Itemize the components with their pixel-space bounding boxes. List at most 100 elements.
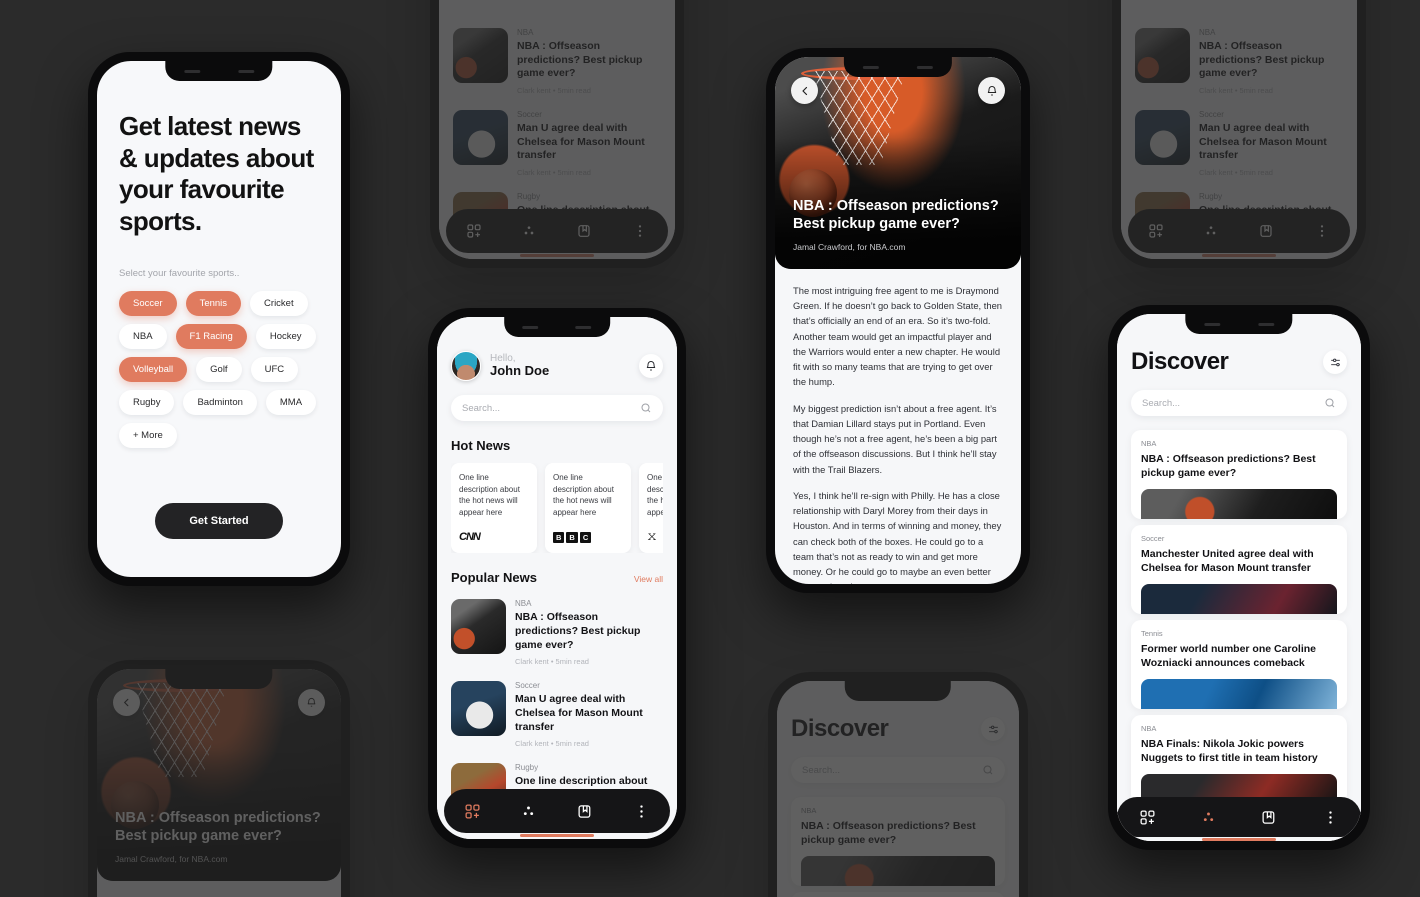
- article-title: NBA : Offseason predictions? Best pickup…: [517, 40, 643, 80]
- discover-card[interactable]: Soccer Manchester United agree deal with…: [1131, 524, 1347, 614]
- hot-news-text: One line description about the hot news …: [553, 473, 614, 517]
- notifications-button[interactable]: [639, 354, 663, 378]
- phone-discover-dim: Discover NBA NBA : Offseason predictions…: [768, 672, 1028, 897]
- article-meta: Clark kent • 5min read: [515, 739, 589, 749]
- back-button[interactable]: [113, 689, 140, 716]
- popular-news-title: Popular News: [451, 570, 537, 586]
- article-category: Rugby: [1199, 191, 1223, 201]
- article-title: Manchester United agree deal with Chelse…: [1141, 547, 1314, 574]
- article-title: NBA : Offseason predictions? Best pickup…: [515, 611, 641, 651]
- sport-chip-hockey[interactable]: Hockey: [255, 323, 316, 349]
- tab-more[interactable]: [622, 797, 662, 825]
- search-bar[interactable]: [791, 757, 1005, 783]
- avatar[interactable]: [451, 351, 481, 381]
- hot-news-carousel[interactable]: One line description about the hot news …: [451, 463, 663, 554]
- hot-news-text: One line description about the hot news …: [647, 473, 663, 517]
- search-bar[interactable]: [1131, 390, 1347, 416]
- sport-chip-golf[interactable]: Golf: [196, 356, 242, 382]
- sport-chip-ufc[interactable]: UFC: [250, 356, 299, 382]
- tab-more[interactable]: [1302, 217, 1342, 245]
- back-button[interactable]: [791, 77, 818, 104]
- sport-chip-mma[interactable]: MMA: [265, 389, 317, 415]
- tab-explore[interactable]: [509, 797, 549, 825]
- bottom-tabbar[interactable]: [1117, 797, 1361, 837]
- tab-explore[interactable]: [1189, 803, 1229, 831]
- tab-home[interactable]: [454, 217, 494, 245]
- tab-more[interactable]: [1311, 803, 1351, 831]
- sport-chip-soccer[interactable]: Soccer: [119, 290, 177, 316]
- phone-popular-list-dim: NBA NBA : Offseason predictions? Best pi…: [430, 0, 684, 268]
- hot-news-text: One line description about the hot news …: [459, 473, 520, 517]
- search-input[interactable]: [1142, 397, 1318, 409]
- status-bar: [165, 66, 272, 76]
- list-item[interactable]: NBA NBA : Offseason predictions? Best pi…: [453, 24, 661, 99]
- search-input[interactable]: [462, 402, 634, 414]
- discover-card[interactable]: Soccer Manchester United agree deal with…: [791, 891, 1005, 897]
- get-started-button[interactable]: Get Started: [155, 503, 283, 539]
- tab-bookmarks[interactable]: [565, 797, 605, 825]
- phone-onboarding: Get latest news & updates about your fav…: [88, 52, 350, 586]
- bottom-tabbar[interactable]: [446, 209, 668, 253]
- bottom-tabbar[interactable]: [1128, 209, 1350, 253]
- search-input[interactable]: [802, 764, 976, 776]
- discover-card[interactable]: NBA NBA : Offseason predictions? Best pi…: [1131, 430, 1347, 519]
- article-image: [1141, 678, 1337, 709]
- tab-bookmarks[interactable]: [1247, 217, 1287, 245]
- list-item[interactable]: NBA NBA : Offseason predictions? Best pi…: [451, 595, 663, 671]
- cnn-logo-icon: CNN: [459, 531, 481, 544]
- sport-chip-rugby[interactable]: Rugby: [119, 389, 175, 415]
- article-paragraph: My biggest prediction isn’t about a free…: [793, 402, 997, 475]
- article-category: Soccer: [1141, 533, 1165, 543]
- notifications-button[interactable]: [978, 77, 1005, 104]
- notifications-button[interactable]: [298, 689, 325, 716]
- article-byline: Jamal Crawford, for NBA.com: [115, 854, 228, 864]
- list-item[interactable]: Soccer Man U agree deal with Chelsea for…: [453, 105, 661, 181]
- sport-chip-more[interactable]: + More: [119, 422, 177, 448]
- article-title: Man U agree deal with Chelsea for Mason …: [515, 693, 643, 733]
- article-title: Man U agree deal with Chelsea for Mason …: [1199, 121, 1327, 162]
- bottom-tabbar[interactable]: [444, 789, 670, 833]
- filter-icon[interactable]: [1323, 350, 1347, 374]
- article-headline: NBA : Offseason predictions? Best pickup…: [115, 809, 321, 845]
- tab-home[interactable]: [1136, 217, 1176, 245]
- discover-card[interactable]: NBA NBA : Offseason predictions? Best pi…: [791, 797, 1005, 886]
- sport-chip-badminton[interactable]: Badminton: [183, 389, 257, 415]
- sport-chip-tennis[interactable]: Tennis: [185, 290, 242, 316]
- basketball-net: [813, 71, 905, 165]
- phone-discover: Discover NBA NBA : Offseason predictions…: [1108, 305, 1370, 850]
- article-category: NBA: [517, 28, 534, 37]
- filter-icon[interactable]: [981, 717, 1005, 741]
- article-meta: Clark kent • 5min read: [1199, 85, 1273, 95]
- sport-chip-group[interactable]: Soccer Tennis Cricket NBA F1 Racing Hock…: [119, 290, 319, 448]
- page-title: Get latest news & updates about your fav…: [119, 111, 314, 237]
- tab-bookmarks[interactable]: [565, 217, 605, 245]
- sport-chip-cricket[interactable]: Cricket: [250, 290, 308, 316]
- list-item[interactable]: Soccer Man U agree deal with Chelsea for…: [451, 677, 663, 753]
- sport-chip-nba[interactable]: NBA: [119, 323, 167, 349]
- article-title: Former world number one Caroline Wozniac…: [1141, 642, 1317, 669]
- article-thumbnail: [1135, 28, 1190, 83]
- article-image: [801, 855, 995, 886]
- discover-card[interactable]: Tennis Former world number one Caroline …: [1131, 619, 1347, 709]
- status-bar: [504, 322, 610, 332]
- status-bar: [844, 62, 952, 72]
- tab-more[interactable]: [620, 217, 660, 245]
- list-item[interactable]: NBA NBA : Offseason predictions? Best pi…: [1135, 24, 1343, 99]
- greeting-header: Hello, John Doe: [451, 351, 663, 381]
- tab-explore[interactable]: [509, 217, 549, 245]
- search-bar[interactable]: [451, 395, 663, 421]
- tab-home[interactable]: [452, 797, 492, 825]
- sport-chip-volleyball[interactable]: Volleyball: [119, 356, 188, 382]
- hot-news-card[interactable]: One line description about the hot news …: [545, 463, 631, 554]
- hot-news-card[interactable]: One line description about the hot news …: [451, 463, 537, 554]
- phone-article: NBA : Offseason predictions? Best pickup…: [766, 48, 1030, 593]
- list-item[interactable]: Soccer Man U agree deal with Chelsea for…: [1135, 105, 1343, 181]
- view-all-link[interactable]: View all: [634, 574, 663, 584]
- bbc-logo-icon: BBC: [553, 531, 592, 543]
- tab-home[interactable]: [1128, 803, 1168, 831]
- tab-bookmarks[interactable]: [1250, 803, 1290, 831]
- hot-news-card[interactable]: One line description about the hot news …: [639, 463, 663, 554]
- discover-card[interactable]: NBA NBA Finals: Nikola Jokic powers Nugg…: [1131, 714, 1347, 804]
- sport-chip-f1-racing[interactable]: F1 Racing: [175, 323, 247, 349]
- tab-explore[interactable]: [1191, 217, 1231, 245]
